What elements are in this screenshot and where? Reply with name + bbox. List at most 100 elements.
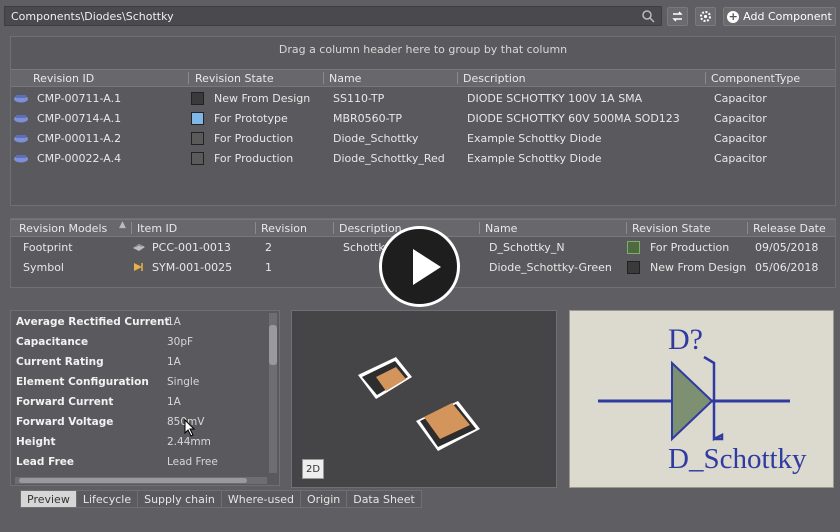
component-description: DIODE SCHOTTKY 100V 1A SMA (467, 92, 643, 105)
property-key: Average Rectified Current (16, 316, 170, 328)
col-revision-id[interactable]: Revision ID (33, 72, 94, 85)
property-value: Single (167, 376, 200, 388)
play-button[interactable] (379, 226, 460, 307)
tab-supply-chain[interactable]: Supply chain (137, 490, 222, 508)
state-swatch (191, 132, 204, 145)
release-date: 09/05/2018 (755, 241, 819, 254)
item-id: PCC-001-0013 (152, 241, 231, 254)
model-name: Diode_Schottky-Green (489, 261, 612, 274)
properties-scrollbar[interactable] (269, 313, 277, 473)
tab-origin[interactable]: Origin (299, 490, 348, 508)
scrollbar-thumb[interactable] (19, 478, 247, 483)
state-swatch (191, 112, 204, 125)
property-key: Forward Voltage (16, 416, 114, 428)
col-item-id[interactable]: Item ID (137, 222, 177, 235)
model-name: D_Schottky_N (489, 241, 565, 254)
property-key: Height (16, 436, 56, 448)
component-description: Example Schottky Diode (467, 152, 602, 165)
revision-id: CMP-00714-A.1 (37, 112, 122, 125)
revision-id: CMP-00011-A.2 (37, 132, 122, 145)
tab-where-used[interactable]: Where-used (220, 490, 301, 508)
component-description: DIODE SCHOTTKY 60V 500MA SOD123 (467, 112, 680, 125)
properties-hscrollbar[interactable] (15, 477, 267, 484)
component-type: Capacitor (714, 92, 767, 105)
component-row[interactable]: CMP-00022-A.4 For Production Diode_Schot… (11, 148, 835, 168)
revision: 2 (265, 241, 272, 254)
component-icon (14, 155, 28, 163)
tab-data-sheet[interactable]: Data Sheet (346, 490, 422, 508)
revision-id: CMP-00022-A.4 (37, 152, 122, 165)
component-name: SS110-TP (333, 92, 385, 105)
play-icon (413, 249, 441, 285)
properties-panel: Average Rectified Current 1A Capacitance 3… (10, 310, 280, 486)
property-key: Forward Current (16, 396, 114, 408)
plus-icon: + (727, 9, 740, 23)
toggle-2d-button[interactable]: 2D (302, 459, 324, 479)
component-icon (14, 95, 28, 103)
component-row[interactable]: CMP-00711-A.1 New From Design SS110-TP D… (11, 88, 835, 108)
group-hint: Drag a column header here to group by th… (278, 43, 568, 56)
item-id: SYM-001-0025 (152, 261, 233, 274)
property-value: Lead Free (167, 456, 218, 468)
col-name[interactable]: Name (485, 222, 517, 235)
state-swatch (191, 92, 204, 105)
pad-drawing (358, 357, 480, 451)
col-name[interactable]: Name (329, 72, 361, 85)
footprint-icon (133, 244, 145, 251)
footprint-3d-preview[interactable]: 2D (291, 310, 557, 488)
tab-lifecycle[interactable]: Lifecycle (75, 490, 139, 508)
col-release-date[interactable]: Release Date (753, 222, 826, 235)
property-row: Height 2.44mm (16, 432, 266, 452)
detail-tabs: Preview Lifecycle Supply chain Where-use… (20, 490, 422, 508)
revision-id: CMP-00711-A.1 (37, 92, 122, 105)
gear-icon (700, 11, 711, 22)
path-text: Components\Diodes\Schottky (11, 10, 174, 23)
property-row: Element Configuration Single (16, 372, 266, 392)
components-grid: Drag a column header here to group by th… (10, 36, 836, 206)
model-type: Footprint (23, 241, 73, 254)
mouse-cursor-icon (184, 419, 196, 437)
component-name: MBR0560-TP (333, 112, 402, 125)
sort-up-icon[interactable]: ▲ (119, 220, 126, 230)
property-key: Current Rating (16, 356, 104, 368)
property-row: Average Rectified Current 1A (16, 312, 266, 332)
col-revision-state[interactable]: Revision State (632, 222, 711, 235)
search-icon[interactable] (641, 9, 655, 23)
component-type: Capacitor (714, 152, 767, 165)
component-icon (14, 135, 28, 143)
col-revision-models[interactable]: Revision Models (19, 222, 107, 235)
component-icon (14, 115, 28, 123)
add-component-button[interactable]: + Add Component (723, 7, 836, 26)
col-description[interactable]: Description (339, 222, 402, 235)
scrollbar-thumb[interactable] (269, 325, 277, 365)
symbol-designator: D? (668, 323, 703, 356)
schematic-symbol-preview: D? D_Schottky (569, 310, 834, 488)
property-value: 2.44mm (167, 436, 211, 448)
revision: 1 (265, 261, 272, 274)
property-row: Forward Current 1A (16, 392, 266, 412)
state-swatch (627, 261, 640, 274)
component-type: Capacitor (714, 112, 767, 125)
path-input[interactable]: Components\Diodes\Schottky (4, 6, 662, 26)
refresh-button[interactable] (667, 7, 688, 26)
property-row: Lead Free Lead Free (16, 452, 266, 472)
component-type: Capacitor (714, 132, 767, 145)
release-date: 05/06/2018 (755, 261, 819, 274)
state-swatch (191, 152, 204, 165)
property-key: Capacitance (16, 336, 89, 348)
col-revision-state[interactable]: Revision State (195, 72, 274, 85)
tab-preview[interactable]: Preview (20, 490, 77, 508)
component-row[interactable]: CMP-00714-A.1 For Prototype MBR0560-TP D… (11, 108, 835, 128)
col-component-type[interactable]: ComponentType (711, 72, 800, 85)
symbol-icon (134, 263, 143, 271)
component-row[interactable]: CMP-00011-A.2 For Production Diode_Schot… (11, 128, 835, 148)
col-description[interactable]: Description (463, 72, 526, 85)
property-key: Element Configuration (16, 376, 149, 388)
property-value: 1A (167, 396, 181, 408)
state-swatch (627, 241, 640, 254)
property-row: Current Rating 1A (16, 352, 266, 372)
add-component-label: Add Component (743, 10, 832, 23)
settings-button[interactable] (695, 7, 716, 26)
col-revision[interactable]: Revision (261, 222, 307, 235)
model-type: Symbol (23, 261, 64, 274)
